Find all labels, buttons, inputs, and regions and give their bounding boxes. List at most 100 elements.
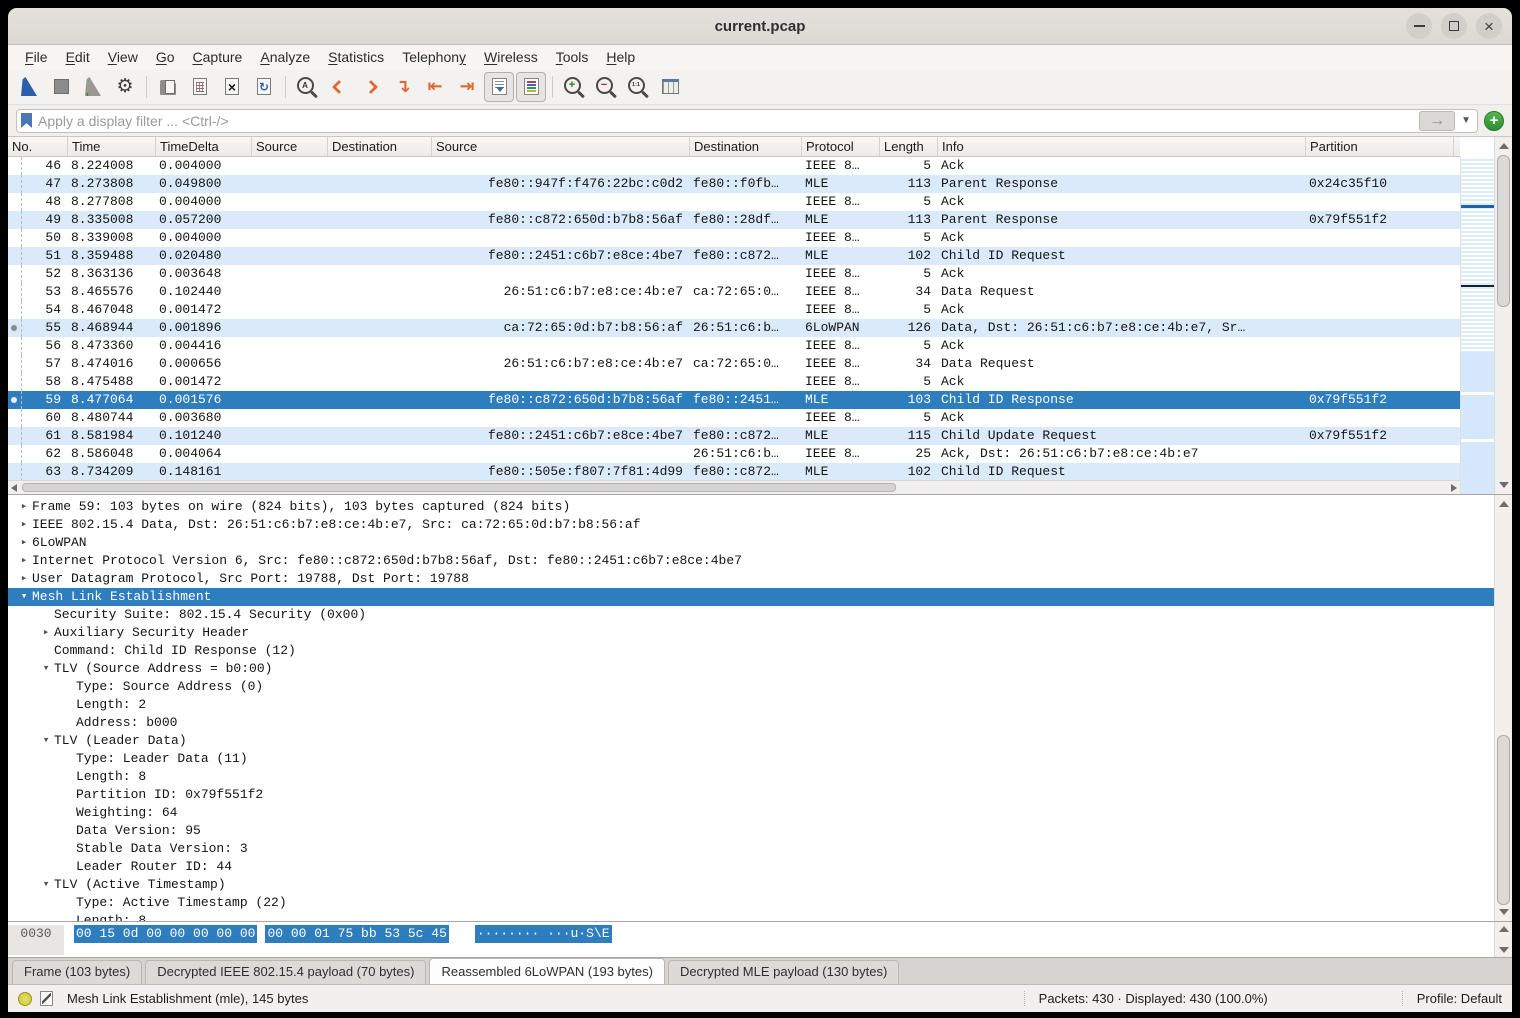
packet-row-47[interactable]: 478.2738080.049800fe80::947f:f476:22bc:c… (8, 175, 1460, 193)
expand-collapsed-icon[interactable]: ▸ (38, 624, 54, 642)
column-header-length-8[interactable]: Length (880, 137, 938, 156)
detail-line-12[interactable]: Address: b000 (8, 714, 1494, 732)
detail-line-21[interactable]: ▾TLV (Active Timestamp) (8, 876, 1494, 894)
packet-row-46[interactable]: 468.2240080.004000IEEE 8…5Ack (8, 157, 1460, 175)
column-header-no-0[interactable]: No. (8, 137, 68, 156)
menu-item-telephony[interactable]: Telephony (393, 47, 475, 67)
byte-tab-0[interactable]: Frame (103 bytes) (12, 960, 142, 984)
hex-bytes-right[interactable]: 00 00 01 75 bb 53 5c 45 (265, 925, 448, 943)
zoom-out-button[interactable] (591, 72, 621, 102)
packet-row-59[interactable]: 598.4770640.001576fe80::c872:650d:b7b8:5… (8, 391, 1460, 409)
vscroll-up-arrow-icon[interactable] (1499, 143, 1509, 149)
hscroll-left-arrow-icon[interactable] (11, 484, 17, 492)
packet-list-vscroll-thumb[interactable] (1497, 155, 1510, 307)
detail-line-22[interactable]: Type: Active Timestamp (22) (8, 894, 1494, 912)
detail-line-3[interactable]: ▸Internet Protocol Version 6, Src: fe80:… (8, 552, 1494, 570)
packet-row-60[interactable]: 608.4807440.003680IEEE 8…5Ack (8, 409, 1460, 427)
detail-line-9[interactable]: ▾TLV (Source Address = b0:00) (8, 660, 1494, 678)
details-vscroll-up-icon[interactable] (1499, 501, 1509, 507)
zoom-in-button[interactable] (559, 72, 589, 102)
packet-row-61[interactable]: 618.5819840.101240fe80::2451:c6b7:e8ce:4… (8, 427, 1460, 445)
detail-line-18[interactable]: Data Version: 95 (8, 822, 1494, 840)
last-packet-button[interactable]: ⇥ (452, 72, 482, 102)
expand-collapsed-icon[interactable]: ▸ (16, 516, 32, 534)
resize-columns-button[interactable] (655, 72, 685, 102)
stop-capture-button[interactable] (46, 72, 76, 102)
detail-line-15[interactable]: Length: 8 (8, 768, 1494, 786)
expand-collapsed-icon[interactable]: ▸ (16, 570, 32, 588)
hex-vscroll-up-icon[interactable] (1499, 926, 1509, 932)
expand-expanded-icon[interactable]: ▾ (38, 660, 54, 678)
column-header-timedelta-2[interactable]: TimeDelta (156, 137, 252, 156)
colorize-button[interactable] (516, 72, 546, 102)
reload-file-button[interactable] (249, 72, 279, 102)
find-packet-button[interactable] (292, 72, 322, 102)
filter-apply-button[interactable]: → (1419, 111, 1455, 131)
column-header-destination-4[interactable]: Destination (328, 137, 432, 156)
close-button[interactable]: × (1476, 13, 1502, 39)
detail-line-4[interactable]: ▸User Datagram Protocol, Src Port: 19788… (8, 570, 1494, 588)
packet-row-50[interactable]: 508.3390080.004000IEEE 8…5Ack (8, 229, 1460, 247)
menu-item-capture[interactable]: Capture (184, 47, 252, 67)
column-header-partition-10[interactable]: Partition (1306, 137, 1454, 156)
packet-row-51[interactable]: 518.3594880.020480fe80::2451:c6b7:e8ce:4… (8, 247, 1460, 265)
expert-info-icon[interactable] (18, 992, 32, 1006)
detail-line-0[interactable]: ▸Frame 59: 103 bytes on wire (824 bits),… (8, 498, 1494, 516)
packet-row-54[interactable]: 548.4670480.001472IEEE 8…5Ack (8, 301, 1460, 319)
byte-tab-1[interactable]: Decrypted IEEE 802.15.4 payload (70 byte… (145, 960, 426, 984)
expand-expanded-icon[interactable]: ▾ (38, 876, 54, 894)
vscroll-down-arrow-icon[interactable] (1499, 482, 1509, 488)
packet-list-hscrollbar[interactable] (8, 480, 1460, 494)
packet-row-53[interactable]: 538.4655760.10244026:51:c6:b7:e8:ce:4b:e… (8, 283, 1460, 301)
auto-scroll-button[interactable] (484, 72, 514, 102)
capture-options-button[interactable]: ⚙ (110, 72, 140, 102)
column-header-source-3[interactable]: Source (252, 137, 328, 156)
byte-tab-3[interactable]: Decrypted MLE payload (130 bytes) (668, 960, 899, 984)
hex-offset[interactable]: 0030 (8, 925, 64, 955)
detail-line-2[interactable]: ▸6LoWPAN (8, 534, 1494, 552)
packet-row-48[interactable]: 488.2778080.004000IEEE 8…5Ack (8, 193, 1460, 211)
packet-list-minimap[interactable] (1460, 157, 1494, 494)
hscroll-thumb[interactable] (22, 483, 896, 492)
open-file-button[interactable] (153, 72, 183, 102)
column-header-time-1[interactable]: Time (68, 137, 156, 156)
display-filter-box[interactable]: → ▼ (16, 109, 1478, 133)
title-bar[interactable]: current.pcap × (8, 8, 1512, 45)
expand-collapsed-icon[interactable]: ▸ (16, 498, 32, 516)
hex-ascii[interactable]: ········ ···u·S\E (475, 925, 612, 943)
details-vscrollbar[interactable] (1494, 495, 1512, 921)
packet-row-52[interactable]: 528.3631360.003648IEEE 8…5Ack (8, 265, 1460, 283)
column-header-info-9[interactable]: Info (938, 137, 1306, 156)
next-packet-button[interactable] (356, 72, 386, 102)
detail-line-8[interactable]: Command: Child ID Response (12) (8, 642, 1494, 660)
save-file-button[interactable] (185, 72, 215, 102)
detail-line-17[interactable]: Weighting: 64 (8, 804, 1494, 822)
menu-item-edit[interactable]: Edit (57, 47, 99, 67)
detail-line-20[interactable]: Leader Router ID: 44 (8, 858, 1494, 876)
detail-line-14[interactable]: Type: Leader Data (11) (8, 750, 1494, 768)
close-file-button[interactable] (217, 72, 247, 102)
byte-tab-2[interactable]: Reassembled 6LoWPAN (193 bytes) (429, 958, 664, 984)
first-packet-button[interactable]: ⇤ (420, 72, 450, 102)
detail-line-5[interactable]: ▾Mesh Link Establishment (8, 588, 1494, 606)
hscroll-right-arrow-icon[interactable] (1451, 484, 1457, 492)
column-header-protocol-7[interactable]: Protocol (802, 137, 880, 156)
column-header-destination-6[interactable]: Destination (690, 137, 802, 156)
display-filter-input[interactable] (38, 113, 1413, 129)
detail-line-6[interactable]: Security Suite: 802.15.4 Security (0x00) (8, 606, 1494, 624)
menu-item-wireless[interactable]: Wireless (475, 47, 547, 67)
packet-row-56[interactable]: 568.4733600.004416IEEE 8…5Ack (8, 337, 1460, 355)
minimize-button[interactable] (1406, 13, 1432, 39)
hex-vscroll-down-icon[interactable] (1499, 947, 1509, 953)
status-profile[interactable]: Profile: Default (1402, 991, 1502, 1006)
detail-line-13[interactable]: ▾TLV (Leader Data) (8, 732, 1494, 750)
packet-list-vscrollbar[interactable] (1494, 137, 1512, 494)
packet-row-63[interactable]: 638.7342090.148161fe80::505e:f807:7f81:4… (8, 463, 1460, 480)
expand-expanded-icon[interactable]: ▾ (16, 588, 32, 606)
column-header-source-5[interactable]: Source (432, 137, 690, 156)
details-vscroll-thumb[interactable] (1497, 735, 1510, 905)
detail-line-11[interactable]: Length: 2 (8, 696, 1494, 714)
normal-size-button[interactable] (623, 72, 653, 102)
hex-bytes-left[interactable]: 00 15 0d 00 00 00 00 00 (74, 925, 257, 943)
expand-collapsed-icon[interactable]: ▸ (16, 552, 32, 570)
